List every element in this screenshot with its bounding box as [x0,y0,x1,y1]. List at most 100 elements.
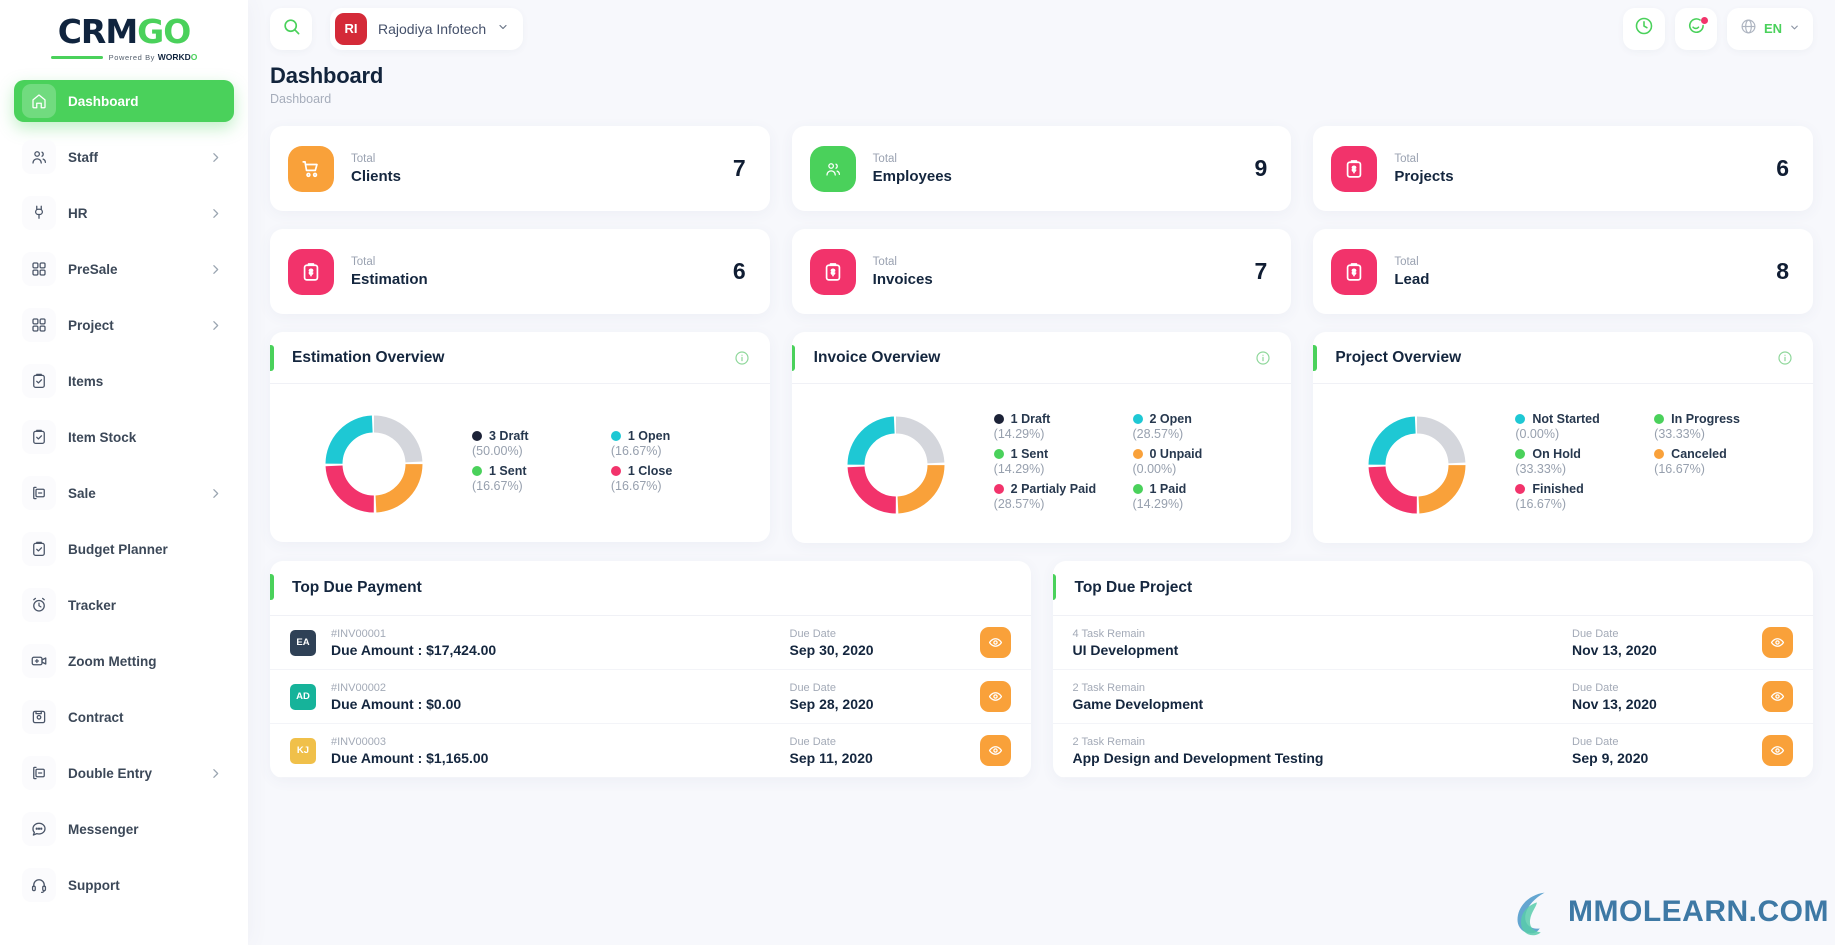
language-selector[interactable]: EN [1726,7,1813,50]
legend-percent: (16.67%) [610,479,662,493]
sidebar-item-tracker[interactable]: Tracker [14,584,234,626]
legend-percent: (50.00%) [472,444,523,458]
view-button[interactable] [1762,735,1793,766]
sidebar-item-dashboard[interactable]: Dashboard [14,80,234,122]
workdo-go-label: O [190,51,198,62]
stat-card-clients[interactable]: Total Clients 7 [270,126,770,211]
view-button[interactable] [979,627,1011,658]
table-row[interactable]: EA #INV00001 Due Amount : $17,424.00 Due Da… [270,616,1031,670]
tasks-remaining: 4 Task Remain [1072,628,1146,641]
sidebar-item-sale[interactable]: Sale [14,472,234,514]
sidebar-item-label: Contract [68,709,124,725]
chevron-right-icon [209,487,222,500]
stat-name-label: Estimation [351,270,428,288]
stat-card-estimation[interactable]: Total Estimation 6 [270,229,770,314]
card-title: Project Overview [1335,348,1462,366]
stat-sub-label: Total [872,153,897,166]
stat-card-employees[interactable]: Total Employees 9 [791,126,1292,211]
table-row[interactable]: 2 Task Remain App Design and Development … [1052,724,1813,778]
avatar: AD [290,683,316,710]
project-name: App Design and Development Testing [1072,749,1324,766]
chart-legend: 3 Draft (50.00%) 1 Open (16.67%) 1 Sent (16.6… [472,429,750,499]
stat-card-invoices[interactable]: Total Invoices 7 [791,229,1292,314]
sidebar-item-presale[interactable]: PreSale [14,248,234,290]
legend-color-dot [1654,449,1665,459]
legend-item: 1 Sent (14.29%) [993,447,1133,476]
sidebar: CRMGO Powered By WORKDO Dashboard Staff HR… [0,0,248,945]
project-name: Game Development [1072,695,1204,712]
clipboard-money-icon [1331,145,1378,192]
legend-color-dot [610,431,621,441]
chart-legend: 1 Draft (14.29%) 2 Open (28.57%) 1 Sent (14.2… [993,412,1272,517]
stat-name-label: Projects [1394,167,1454,185]
legend-color-dot [610,466,621,476]
donut-chart [322,412,426,516]
sidebar-item-contract[interactable]: Contract [14,696,234,738]
table-row[interactable]: KJ #INV00003 Due Amount : $1,165.00 Due Dat… [270,724,1031,778]
legend-color-dot [1132,449,1143,459]
avatar: KJ [290,737,316,764]
info-icon[interactable] [734,350,750,366]
activity-log-button[interactable] [1622,7,1665,50]
sidebar-item-hr[interactable]: HR [14,192,234,234]
grid-icon [22,252,56,286]
brand-logo[interactable]: CRMGO Powered By WORKDO [0,0,248,68]
top-due-payment-card: Top Due Payment EA #INV00001 Due Amount : $… [270,561,1031,778]
sidebar-item-label: Items [68,373,104,389]
due-date-label: Due Date [789,682,836,695]
sidebar-item-double-entry[interactable]: Double Entry [14,752,234,794]
legend-color-dot [472,431,482,441]
company-avatar: RI [335,12,367,45]
stat-sub-label: Total [351,153,376,166]
view-button[interactable] [1762,681,1793,712]
overview-card-project-overview: Project Overview Not Started (0.00%) In Pro… [1313,332,1814,543]
card-accent-bar [270,345,274,371]
info-icon[interactable] [1255,350,1271,366]
info-icon[interactable] [1777,350,1793,366]
sidebar-item-staff[interactable]: Staff [14,136,234,178]
sidebar-item-item-stock[interactable]: Item Stock [14,416,234,458]
due-date-value: Sep 30, 2020 [789,641,874,658]
table-row[interactable]: AD #INV00002 Due Amount : $0.00 Due Date Sep… [270,670,1031,724]
company-switcher[interactable]: RI Rajodiya Infotech [330,7,524,50]
users-icon [809,145,856,192]
watermark: MMOLEARN.COM [1502,881,1829,943]
legend-color-dot [472,466,482,476]
due-amount: Due Amount : $17,424.00 [331,641,497,658]
sidebar-item-items[interactable]: Items [14,360,234,402]
due-date-label: Due Date [1572,628,1619,641]
clock-icon [1634,16,1654,41]
legend-color-dot [993,484,1004,494]
stat-name-label: Lead [1394,270,1430,288]
view-button[interactable] [979,681,1011,712]
legend-label: 3 Draft [489,429,529,443]
legend-item: 0 Unpaid (0.00%) [1132,447,1272,476]
messages-button[interactable] [1674,7,1717,50]
overview-card-invoice-overview: Invoice Overview 1 Draft (14.29%) 2 Open (28… [791,332,1292,543]
sidebar-item-project[interactable]: Project [14,304,234,346]
search-button[interactable] [270,7,312,50]
table-row[interactable]: 2 Task Remain Game Development Due Date Nov… [1052,670,1813,724]
stat-sub-label: Total [1394,153,1419,166]
view-button[interactable] [979,735,1011,766]
plug-icon [22,196,56,230]
donut-chart [844,413,948,517]
sidebar-item-budget-planner[interactable]: Budget Planner [14,528,234,570]
overview-card-estimation-overview: Estimation Overview 3 Draft (50.00%) 1 Open… [270,332,770,543]
sidebar-item-messenger[interactable]: Messenger [14,808,234,850]
card-title: Top Due Project [1074,579,1193,596]
dashboard-content: Total Clients 7 Total Employees 9 Total Project… [248,106,1835,778]
view-button[interactable] [1762,627,1793,658]
table-row[interactable]: 4 Task Remain UI Development Due Date Nov 1… [1052,616,1813,670]
legend-item: 1 Close (16.67%) [610,464,750,493]
legend-color-dot [993,449,1004,459]
clipboard-money-icon [288,248,334,295]
language-code: EN [1763,21,1782,36]
page-header: Dashboard Dashboard [248,57,1835,106]
stat-card-lead[interactable]: Total Lead 8 [1313,229,1814,314]
sidebar-item-support[interactable]: Support [14,864,234,906]
sidebar-item-zoom-metting[interactable]: Zoom Metting [14,640,234,682]
stat-card-projects[interactable]: Total Projects 6 [1313,126,1814,211]
invoice-ref: #INV00001 [331,628,387,641]
home-icon [22,84,56,118]
